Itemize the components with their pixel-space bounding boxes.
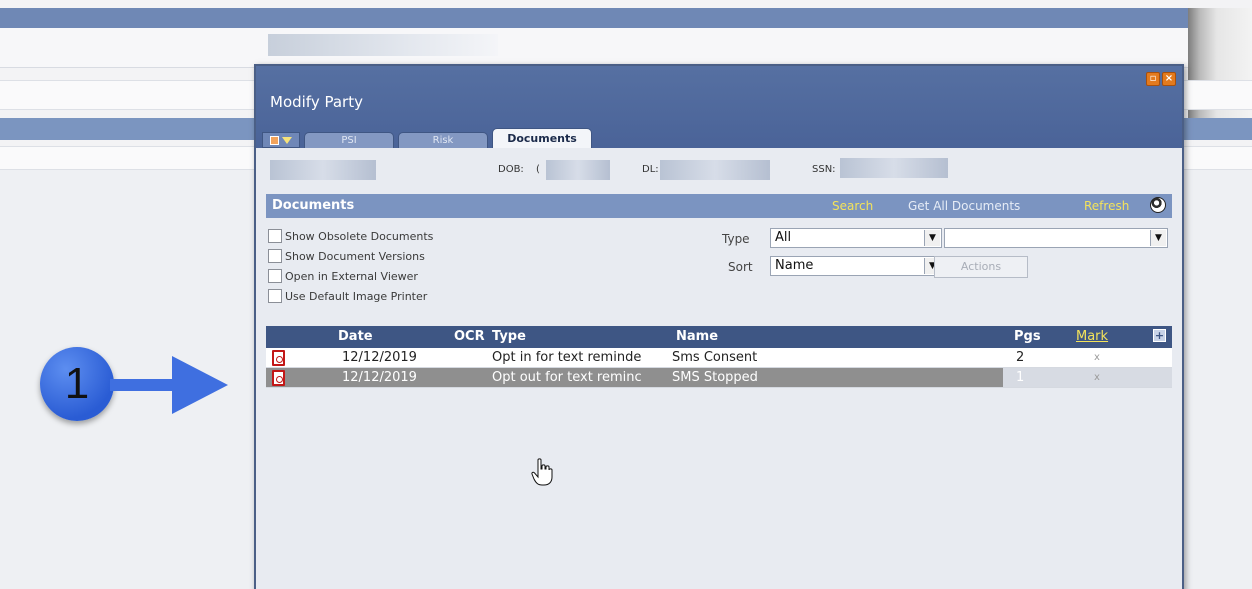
cell-date: 12/12/2019 — [342, 370, 417, 385]
cell-pgs: 1 — [1016, 370, 1025, 385]
ssn-label: SSN: — [812, 164, 836, 175]
dl-label: DL: — [642, 164, 659, 175]
redacted-header-text — [268, 34, 498, 56]
add-column-icon[interactable]: + — [1153, 329, 1166, 342]
col-date[interactable]: Date — [338, 329, 373, 344]
option-show-obsolete[interactable]: Show Obsolete Documents — [268, 228, 433, 244]
type-select-value: All — [775, 230, 792, 245]
pdf-icon[interactable] — [272, 370, 285, 386]
chevron-down-icon: ▼ — [1150, 230, 1166, 246]
col-mark[interactable]: Mark — [1076, 329, 1108, 344]
pdf-icon[interactable] — [272, 350, 285, 366]
background-photo — [1188, 8, 1252, 128]
party-info-bar: DOB: ( DL: SSN: — [256, 148, 1182, 188]
tab-psi[interactable]: PSI — [304, 132, 394, 148]
table-row[interactable]: 12/12/2019 Opt out for text reminc SMS S… — [266, 368, 1172, 388]
option-label: Open in External Viewer — [285, 269, 418, 283]
sort-label: Sort — [728, 260, 753, 274]
documents-section-header: Documents Search Get All Documents Refre… — [266, 194, 1172, 218]
tab-risk[interactable]: Risk — [398, 132, 488, 148]
option-label: Show Document Versions — [285, 249, 425, 263]
col-ocr[interactable]: OCR — [454, 329, 485, 344]
tab-bar: PSI Risk Documents — [262, 128, 596, 148]
dialog-title: Modify Party — [270, 93, 363, 111]
option-label: Use Default Image Printer — [285, 289, 428, 303]
redacted-ssn — [840, 158, 948, 178]
option-label: Show Obsolete Documents — [285, 229, 434, 243]
refresh-link[interactable]: Refresh — [1084, 199, 1129, 213]
checkbox[interactable] — [268, 289, 282, 303]
chevron-down-icon: ▼ — [924, 230, 940, 246]
sort-select-value: Name — [775, 258, 814, 273]
dialog-header: Modify Party ▫ × PSI Risk Documents — [256, 66, 1182, 148]
sort-select[interactable]: Name ▼ — [770, 256, 942, 276]
table-header: Date OCR Type Name Pgs Mark + — [266, 326, 1172, 348]
cell-type: Opt out for text reminc — [492, 370, 642, 385]
documents-table: Date OCR Type Name Pgs Mark + 12/12/2019… — [266, 326, 1172, 388]
redacted-dl — [660, 160, 770, 180]
hand-cursor-icon — [531, 458, 553, 486]
cell-mark[interactable]: x — [1094, 352, 1100, 363]
option-external-viewer[interactable]: Open in External Viewer — [268, 268, 418, 284]
tab-documents[interactable]: Documents — [492, 128, 592, 148]
col-pgs[interactable]: Pgs — [1014, 329, 1041, 344]
cell-pgs: 2 — [1016, 350, 1025, 365]
documents-section-title: Documents — [272, 198, 355, 213]
actions-button[interactable]: Actions — [934, 256, 1028, 278]
window-controls: ▫ × — [1146, 72, 1176, 86]
card-icon — [270, 135, 279, 145]
type-label: Type — [722, 232, 750, 246]
type-select[interactable]: All ▼ — [770, 228, 942, 248]
cell-date: 12/12/2019 — [342, 350, 417, 365]
step-number-badge: 1 — [40, 347, 114, 421]
secondary-select[interactable]: ▼ — [944, 228, 1168, 248]
modify-party-dialog: Modify Party ▫ × PSI Risk Documents DOB:… — [254, 64, 1184, 589]
col-type[interactable]: Type — [492, 329, 526, 344]
checkbox[interactable] — [268, 249, 282, 263]
tab-menu-button[interactable] — [262, 132, 300, 148]
redacted-party-name — [270, 160, 376, 180]
table-row[interactable]: 12/12/2019 Opt in for text reminde Sms C… — [266, 348, 1172, 368]
chevron-down-icon — [282, 136, 292, 144]
redacted-dob — [546, 160, 610, 180]
app-header-row — [0, 28, 1252, 68]
cell-name: SMS Stopped — [672, 370, 758, 385]
dob-label: DOB: — [498, 164, 524, 175]
option-default-printer[interactable]: Use Default Image Printer — [268, 288, 427, 304]
cell-mark[interactable]: x — [1094, 372, 1100, 383]
checkbox[interactable] — [268, 229, 282, 243]
checkbox[interactable] — [268, 269, 282, 283]
close-icon[interactable]: × — [1162, 72, 1176, 86]
app-top-bar — [0, 8, 1252, 28]
get-all-documents-link[interactable]: Get All Documents — [908, 199, 1020, 213]
dob-prefix: ( — [536, 164, 540, 175]
arrow-right-icon — [110, 356, 228, 414]
restore-icon[interactable]: ▫ — [1146, 72, 1160, 86]
search-link[interactable]: Search — [832, 199, 873, 213]
globe-icon[interactable] — [1150, 197, 1166, 213]
cell-type: Opt in for text reminde — [492, 350, 642, 365]
option-show-versions[interactable]: Show Document Versions — [268, 248, 425, 264]
cell-name: Sms Consent — [672, 350, 758, 365]
col-name[interactable]: Name — [676, 329, 718, 344]
